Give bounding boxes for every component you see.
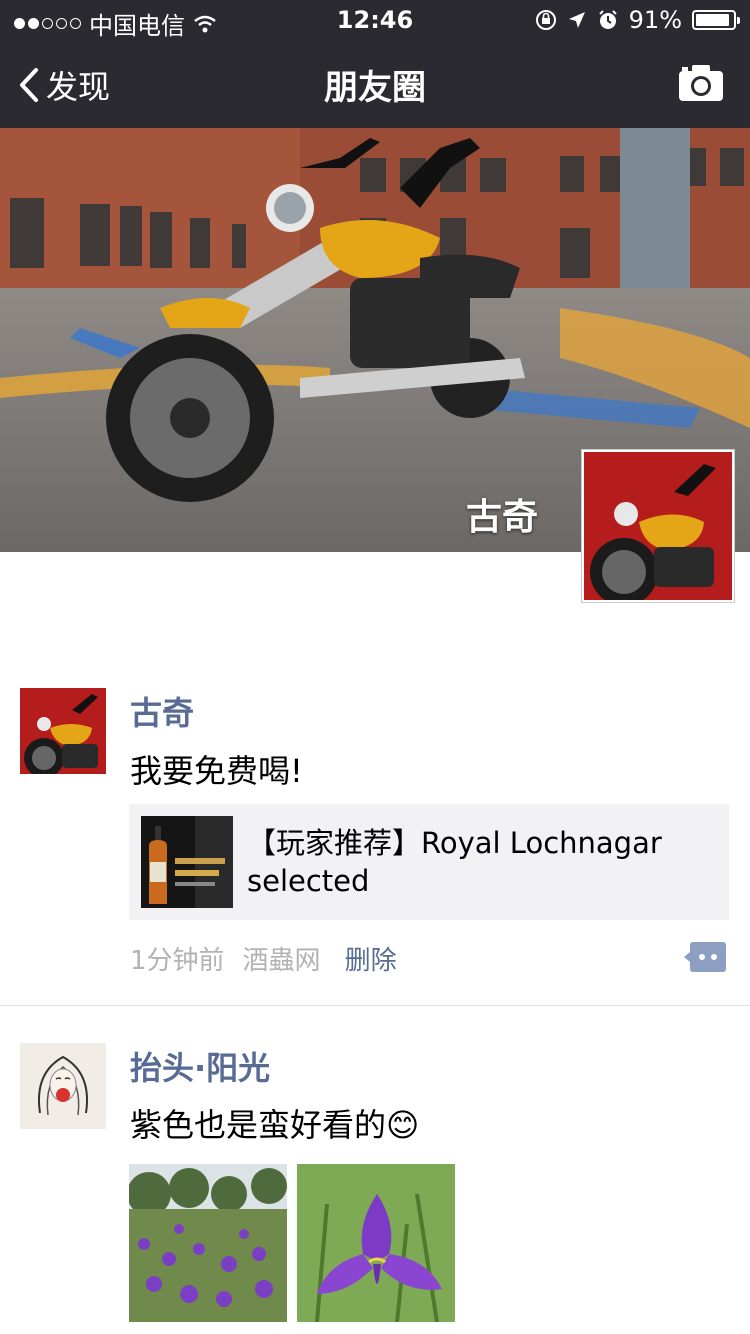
divider xyxy=(0,1005,750,1006)
post-avatar[interactable] xyxy=(20,1043,106,1129)
location-icon xyxy=(568,12,585,28)
post-photo[interactable] xyxy=(129,1164,287,1322)
battery-percent: 91% xyxy=(628,6,682,34)
post-author-name[interactable]: 抬头·阳光 xyxy=(130,1043,270,1089)
camera-icon[interactable] xyxy=(678,64,724,102)
whisky-bottle-image xyxy=(141,816,233,908)
battery-icon xyxy=(692,10,740,30)
iris-flower-image xyxy=(297,1164,455,1322)
avatar-image xyxy=(20,688,106,774)
status-right: 91% xyxy=(535,6,740,34)
comment-icon[interactable] xyxy=(684,940,728,974)
post-avatar[interactable] xyxy=(20,688,106,774)
nav-bar: 发现 朋友圈 xyxy=(0,40,750,128)
link-title: 【玩家推荐】Royal Lochnagar selected xyxy=(247,826,662,898)
cover-user-name: 古奇 xyxy=(465,497,538,538)
avatar-image xyxy=(20,1043,106,1129)
lock-rotation-icon xyxy=(535,10,556,30)
post-meta: 1分钟前 酒蟲网 删除 xyxy=(130,940,397,977)
delete-button[interactable]: 删除 xyxy=(345,940,397,977)
post-photo[interactable] xyxy=(297,1164,455,1322)
page-title: 朋友圈 xyxy=(324,68,426,108)
post-time: 1分钟前 xyxy=(130,946,225,976)
link-thumbnail xyxy=(141,816,233,908)
profile-avatar[interactable] xyxy=(582,450,734,602)
post-text: 紫色也是蛮好看的😊 xyxy=(130,1106,420,1144)
post-source[interactable]: 酒蟲网 xyxy=(243,940,321,977)
flower-field-image xyxy=(129,1164,287,1322)
post-author-name[interactable]: 古奇 xyxy=(130,688,194,734)
top-bar: 中国电信 12:46 91% 发现 朋友圈 xyxy=(0,0,750,128)
alarm-icon xyxy=(598,10,617,29)
shared-link-card[interactable]: 【玩家推荐】Royal Lochnagar selected xyxy=(129,804,729,920)
avatar-image xyxy=(584,452,732,600)
status-bar: 中国电信 12:46 91% xyxy=(0,0,750,40)
post-text: 我要免费喝! xyxy=(130,752,303,790)
